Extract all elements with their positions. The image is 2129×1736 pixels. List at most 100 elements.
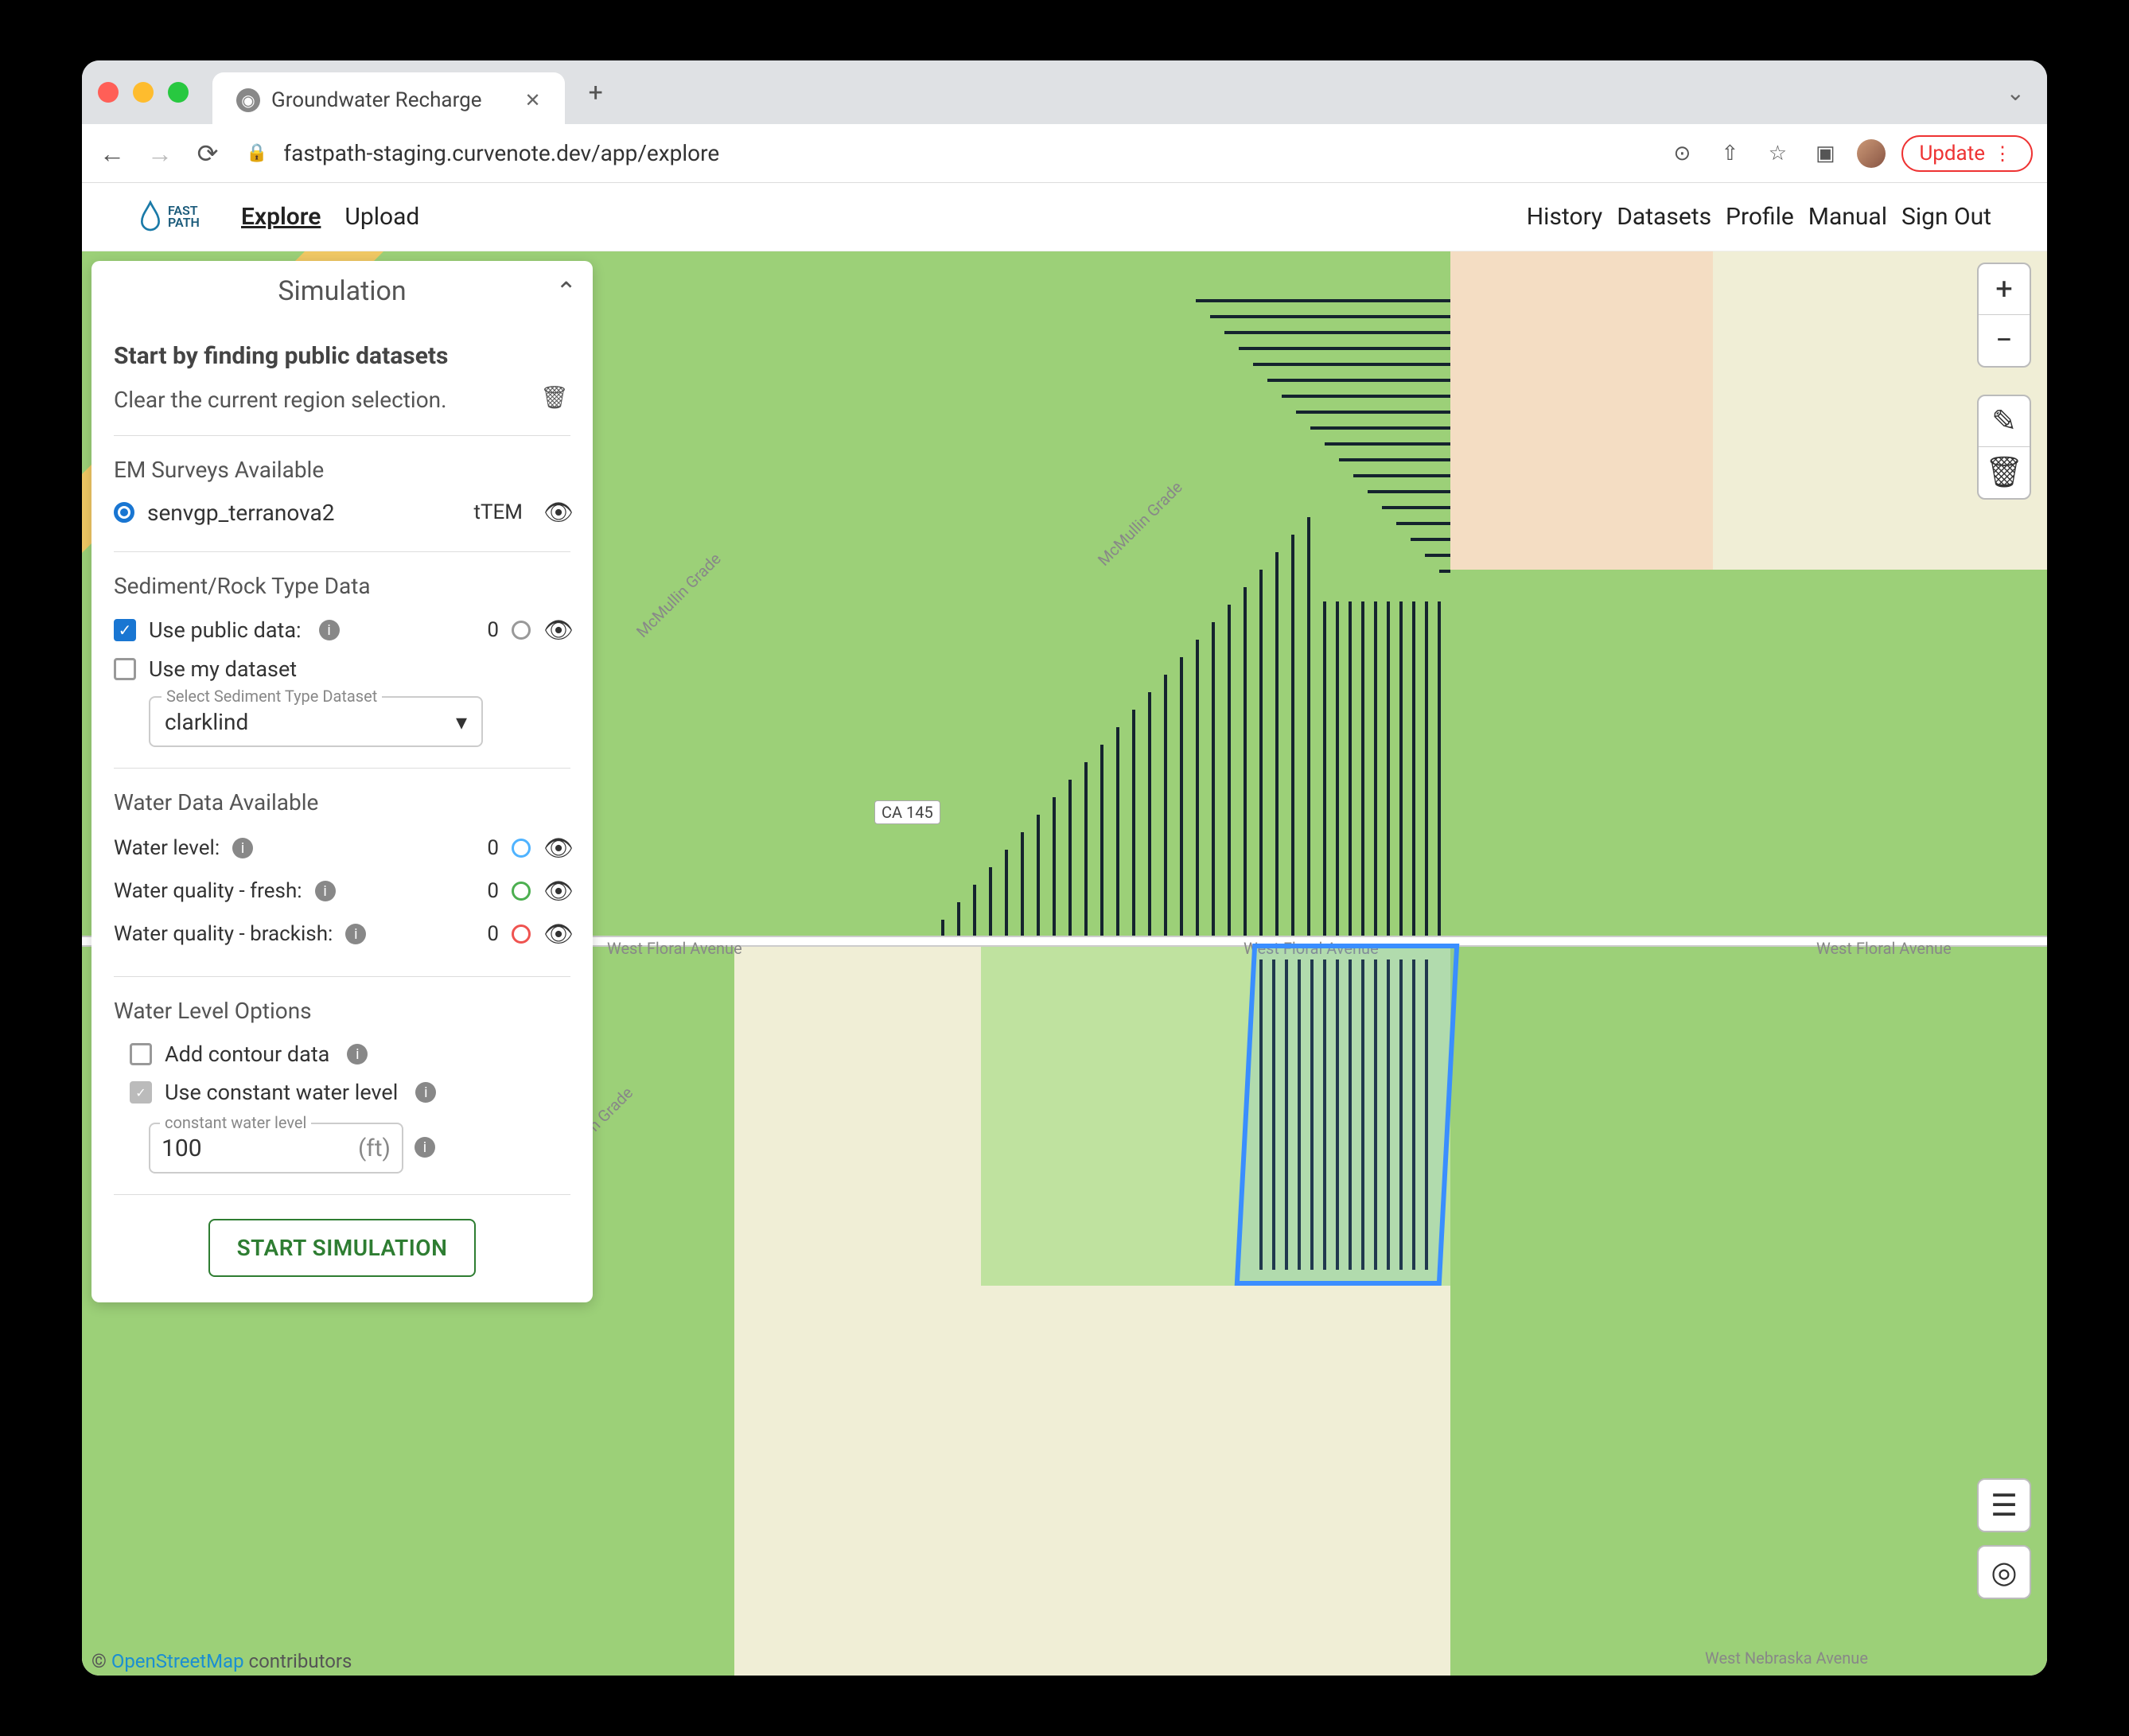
url-field[interactable]: fastpath-staging.curvenote.dev/app/explo…: [283, 140, 1650, 166]
legend-dot-blue: [512, 839, 531, 858]
water-fresh-row: Water quality - fresh: i 0 👁: [114, 870, 570, 913]
simulation-panel: Simulation ⌃ Start by finding public dat…: [91, 261, 593, 1302]
constant-input-label: constant water level: [160, 1113, 311, 1132]
locate-button[interactable]: ◎: [1979, 1547, 2030, 1598]
sediment-heading: Sediment/Rock Type Data: [114, 573, 570, 599]
use-my-checkbox[interactable]: [114, 658, 136, 680]
sediment-select-value: clarklind: [165, 709, 248, 735]
edit-control: ✎ 🗑: [1977, 395, 2031, 500]
tab-title: Groundwater Recharge: [271, 88, 482, 112]
locate-control: ◎: [1977, 1545, 2031, 1599]
osm-link[interactable]: OpenStreetMap: [111, 1650, 244, 1672]
panel-body: Start by finding public datasets Clear t…: [91, 321, 593, 1302]
forward-button[interactable]: →: [144, 138, 176, 169]
app-logo[interactable]: FAST PATH: [138, 193, 225, 241]
delete-region-button[interactable]: 🗑: [1979, 447, 2030, 498]
info-icon[interactable]: i: [415, 1082, 436, 1103]
menu-dots-icon[interactable]: ⋮: [1993, 142, 2012, 165]
search-icon[interactable]: ⊙: [1666, 138, 1698, 169]
info-icon[interactable]: i: [232, 838, 253, 858]
zoom-control: + −: [1977, 263, 2031, 368]
right-nav: History Datasets Profile Manual Sign Out: [1527, 203, 1991, 231]
nav-upload[interactable]: Upload: [344, 203, 419, 231]
radio-selected-icon[interactable]: [114, 502, 134, 523]
map-container[interactable]: West Floral Avenue West Floral Avenue We…: [82, 251, 2047, 1676]
em-heading: EM Surveys Available: [114, 457, 570, 483]
em-survey-name: senvgp_terranova2: [147, 500, 461, 526]
water-level-label: Water level:: [114, 836, 220, 860]
region-selection[interactable]: [1235, 944, 1460, 1286]
info-icon[interactable]: i: [347, 1044, 368, 1065]
nav-history[interactable]: History: [1527, 203, 1602, 231]
intro-text: Start by finding public datasets: [114, 342, 570, 370]
visibility-icon[interactable]: 👁: [543, 835, 570, 862]
public-count: 0: [487, 618, 499, 642]
start-simulation-button[interactable]: START SIMULATION: [208, 1219, 477, 1277]
info-icon[interactable]: i: [345, 924, 366, 944]
em-survey-row[interactable]: senvgp_terranova2 tTEM 👁: [114, 494, 570, 531]
trash-icon[interactable]: 🗑: [540, 384, 570, 415]
use-constant-checkbox[interactable]: [130, 1081, 152, 1103]
profile-avatar[interactable]: [1857, 139, 1886, 168]
road-ca145-badge: CA 145: [874, 800, 940, 824]
water-fresh-label: Water quality - fresh:: [114, 879, 302, 903]
update-label: Update: [1919, 142, 1985, 165]
zoom-out-button[interactable]: −: [1979, 315, 2030, 366]
collapse-icon[interactable]: ⌃: [555, 276, 577, 306]
nav-manual[interactable]: Manual: [1808, 203, 1887, 231]
use-constant-row: Use constant water level i: [130, 1073, 570, 1111]
reader-icon[interactable]: ▣: [1809, 138, 1841, 169]
main-nav: Explore Upload: [241, 203, 419, 231]
visibility-icon[interactable]: 👁: [543, 617, 570, 644]
zoom-in-button[interactable]: +: [1979, 264, 2030, 315]
nav-explore[interactable]: Explore: [241, 203, 321, 231]
bookmark-icon[interactable]: ☆: [1761, 138, 1793, 169]
layers-control: ☰: [1977, 1478, 2031, 1532]
edit-region-button[interactable]: ✎: [1979, 396, 2030, 447]
share-icon[interactable]: ⇧: [1714, 138, 1746, 169]
back-button[interactable]: ←: [96, 138, 128, 169]
legend-dot-red: [512, 924, 531, 944]
update-button[interactable]: Update ⋮: [1901, 135, 2033, 172]
maximize-window-button[interactable]: [168, 82, 189, 103]
visibility-icon[interactable]: 👁: [543, 499, 570, 526]
wlo-heading: Water Level Options: [114, 998, 570, 1024]
info-icon[interactable]: i: [315, 881, 336, 901]
nav-profile[interactable]: Profile: [1726, 203, 1794, 231]
visibility-icon[interactable]: 👁: [543, 878, 570, 905]
address-bar: ← → ⟳ 🔒 fastpath-staging.curvenote.dev/a…: [82, 124, 2047, 183]
water-brackish-count: 0: [487, 922, 499, 946]
water-level-count: 0: [487, 836, 499, 860]
close-window-button[interactable]: [98, 82, 119, 103]
visibility-icon[interactable]: 👁: [543, 921, 570, 948]
clear-region-text: Clear the current region selection.: [114, 387, 447, 413]
constant-input-wrap: constant water level 100 (ft) i: [149, 1123, 403, 1174]
legend-dot-grey: [512, 621, 531, 640]
map-attribution: © OpenStreetMap contributors: [91, 1650, 352, 1672]
info-icon[interactable]: i: [415, 1137, 435, 1158]
constant-value: 100: [162, 1135, 202, 1162]
use-public-checkbox[interactable]: [114, 619, 136, 641]
em-survey-type: tTEM: [474, 500, 523, 524]
nav-signout[interactable]: Sign Out: [1901, 203, 1991, 231]
add-contour-checkbox[interactable]: [130, 1043, 152, 1065]
use-public-label: Use public data:: [149, 617, 302, 643]
minimize-window-button[interactable]: [133, 82, 154, 103]
tabs-chevron-icon[interactable]: ⌄: [2006, 80, 2025, 106]
reload-button[interactable]: ⟳: [192, 138, 224, 169]
water-brackish-label: Water quality - brackish:: [114, 922, 333, 946]
browser-window: ◉ Groundwater Recharge ✕ + ⌄ ← → ⟳ 🔒 fas…: [82, 60, 2047, 1676]
nav-datasets[interactable]: Datasets: [1617, 203, 1711, 231]
close-tab-icon[interactable]: ✕: [525, 89, 541, 111]
use-my-row: Use my dataset: [114, 650, 570, 688]
panel-header: Simulation ⌃: [91, 261, 593, 321]
use-constant-label: Use constant water level: [165, 1080, 398, 1105]
use-public-row: Use public data: i 0 👁: [114, 610, 570, 650]
new-tab-button[interactable]: +: [589, 77, 603, 107]
road-floral-w: West Floral Avenue: [607, 939, 742, 958]
browser-tab[interactable]: ◉ Groundwater Recharge ✕: [212, 72, 565, 128]
titlebar: ◉ Groundwater Recharge ✕ + ⌄: [82, 60, 2047, 124]
info-icon[interactable]: i: [319, 620, 340, 640]
water-heading: Water Data Available: [114, 789, 570, 815]
layers-button[interactable]: ☰: [1979, 1480, 2030, 1531]
